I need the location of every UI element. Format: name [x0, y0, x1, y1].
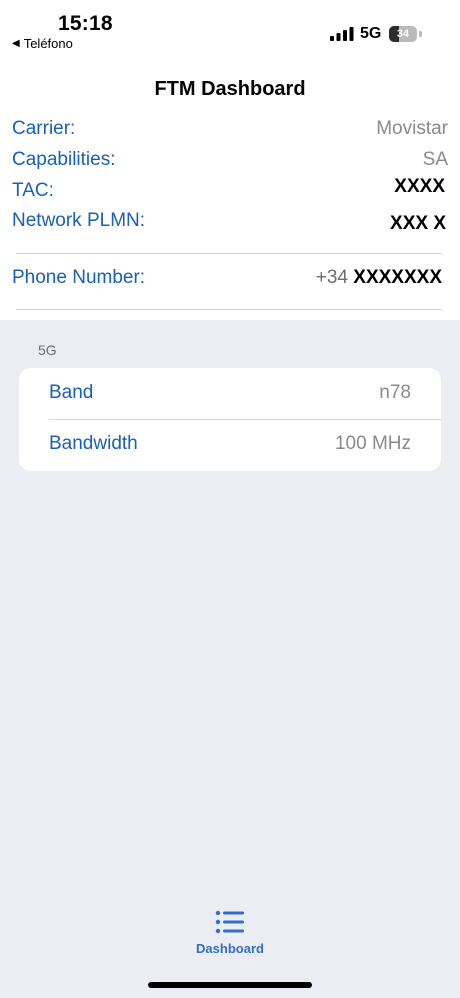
back-app-label: Teléfono	[23, 36, 73, 51]
band-row: Band n78	[49, 382, 411, 408]
carrier-row: Carrier: Movistar	[12, 118, 448, 144]
network-plmn-value: XXX X	[390, 213, 446, 234]
band-label: Band	[49, 382, 94, 403]
capabilities-value: SA	[422, 149, 448, 170]
phone-prefix: +34	[315, 267, 348, 288]
divider	[16, 253, 442, 254]
bandwidth-row: Bandwidth 100 MHz	[49, 433, 411, 459]
tac-label: TAC:	[12, 180, 54, 201]
bandwidth-label: Bandwidth	[49, 433, 138, 454]
tab-dashboard-label: Dashboard	[196, 941, 264, 956]
phone-number-row: Phone Number: +34 XXXXXXX	[12, 267, 442, 293]
back-arrow-icon: ◀	[12, 38, 20, 49]
section-header-5g: 5G	[38, 342, 57, 358]
phone-number-label: Phone Number:	[12, 267, 146, 288]
phone-number-value: +34 XXXXXXX	[316, 267, 442, 289]
network-plmn-label: Network PLMN:	[12, 210, 146, 231]
network-type-indicator: 5G	[360, 25, 382, 42]
carrier-label: Carrier:	[12, 118, 76, 139]
status-time: 15:18	[58, 12, 113, 35]
5g-info-card: Band n78 Bandwidth 100 MHz	[19, 368, 441, 471]
card-divider	[49, 419, 441, 420]
tac-value: XXXX	[394, 176, 445, 197]
capabilities-row: Capabilities: SA	[12, 149, 448, 175]
back-to-app-link[interactable]: ◀ Teléfono	[12, 36, 73, 51]
tab-dashboard[interactable]: Dashboard	[180, 905, 280, 961]
bandwidth-value: 100 MHz	[334, 433, 411, 454]
tac-row: TAC: XXXX	[12, 176, 448, 202]
list-icon	[215, 910, 244, 934]
network-plmn-row: Network PLMN: XXX X	[12, 210, 448, 236]
phone-number-redacted: XXXXXXX	[353, 267, 442, 288]
cellular-signal-icon	[330, 27, 354, 41]
battery-level: 34	[396, 28, 410, 40]
band-value: n78	[379, 382, 411, 403]
divider	[16, 309, 442, 310]
capabilities-label: Capabilities:	[12, 149, 116, 170]
home-indicator	[148, 982, 312, 988]
page-title: FTM Dashboard	[154, 78, 306, 100]
battery-icon: 34	[389, 26, 423, 42]
carrier-value: Movistar	[376, 118, 448, 139]
header-area: 15:18 ◀ Teléfono 5G 34 FTM Dashboard Car…	[0, 0, 460, 320]
